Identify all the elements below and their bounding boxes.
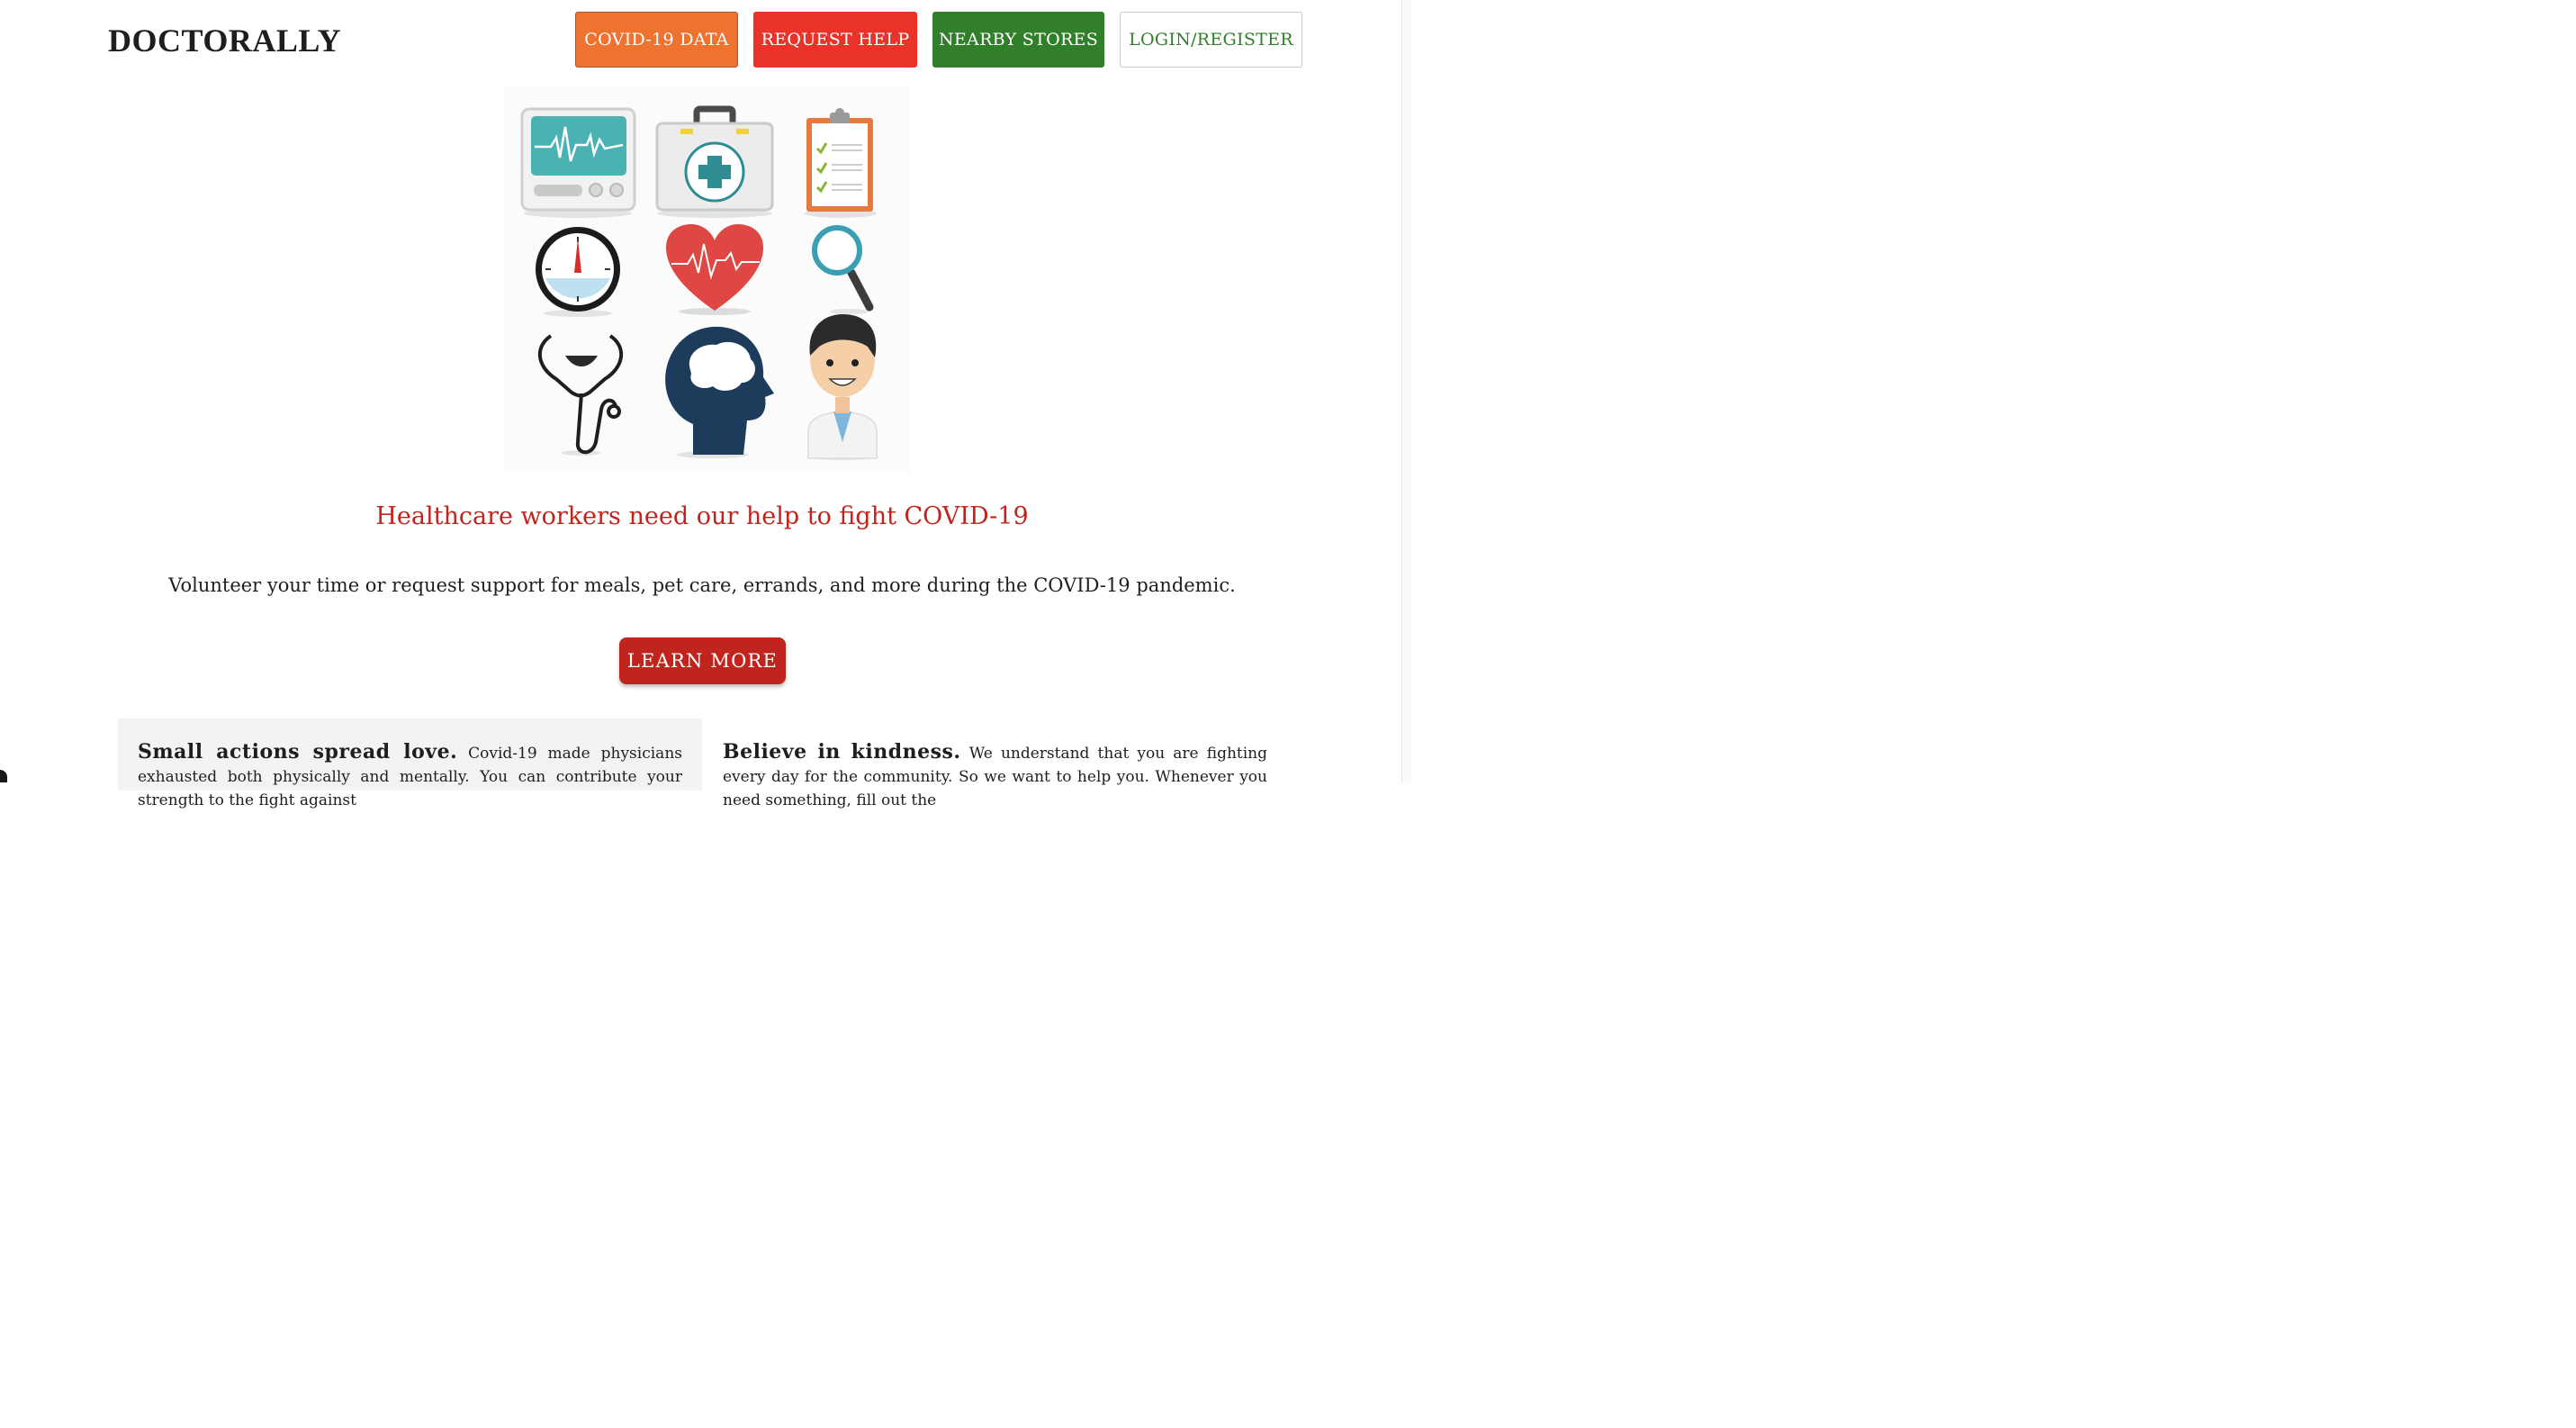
page-headline: Healthcare workers need our help to figh… [375, 502, 1029, 530]
info-card-believe-kindness: Believe in kindness. We understand that … [703, 719, 1287, 809]
brand-logo[interactable]: DOCTORALLY [108, 22, 341, 59]
clipboard-checklist-icon [805, 108, 877, 218]
nearby-stores-button[interactable]: NEARBY STORES [932, 12, 1104, 68]
window-corner [0, 770, 7, 782]
login-register-button[interactable]: LOGIN/REGISTER [1120, 12, 1302, 68]
hero-medical-illustration [504, 86, 909, 473]
info-card-lead: Believe in kindness. [723, 740, 961, 764]
info-card-lead: Small actions spread love. [138, 740, 458, 764]
first-aid-kit-icon [655, 105, 774, 218]
info-card-text: Small actions spread love. Covid-19 made… [138, 740, 682, 812]
info-card-small-actions: Small actions spread love. Covid-19 made… [118, 719, 702, 809]
info-card-text: Believe in kindness. We understand that … [723, 740, 1267, 812]
page-subheading: Volunteer your time or request support f… [168, 574, 1236, 596]
page-scrollbar[interactable] [1401, 0, 1411, 782]
heart-monitor-icon [520, 107, 636, 218]
learn-more-button[interactable]: LEARN MORE [619, 637, 786, 684]
covid-data-button[interactable]: COVID-19 DATA [575, 12, 738, 68]
request-help-button[interactable]: REQUEST HELP [753, 12, 917, 68]
